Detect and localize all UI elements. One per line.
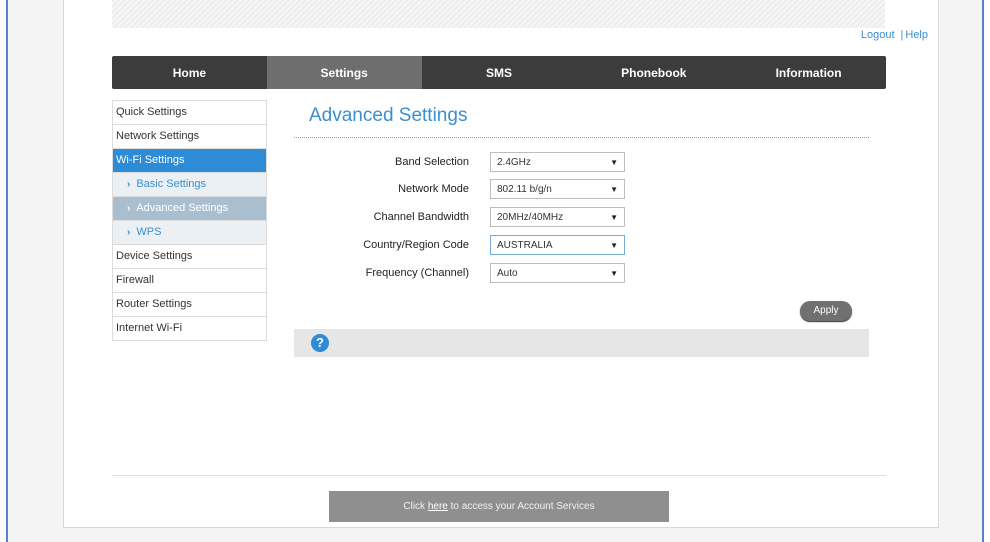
footer-divider: [112, 475, 886, 476]
channel-bandwidth-row: Channel Bandwidth 20MHz/40MHz ▼: [294, 207, 694, 229]
footer-prefix: Click: [403, 501, 428, 512]
sidebar-item-internet-wifi[interactable]: Internet Wi-Fi: [113, 317, 266, 341]
dropdown-arrow-icon: ▼: [610, 241, 618, 250]
band-selection-select[interactable]: 2.4GHz ▼: [490, 152, 625, 172]
chevron-right-icon: ›: [127, 203, 131, 214]
sidebar-subitem-advanced-settings[interactable]: › Advanced Settings: [113, 197, 266, 221]
network-mode-select[interactable]: 802.11 b/g/n ▼: [490, 179, 625, 199]
sidebar-item-wifi-settings[interactable]: Wi-Fi Settings: [113, 149, 266, 173]
network-mode-label: Network Mode: [398, 183, 469, 195]
help-bar: ?: [294, 329, 869, 357]
sidebar-subitem-label: Advanced Settings: [136, 202, 229, 214]
help-link[interactable]: Help: [905, 29, 928, 41]
footer-suffix: to access your Account Services: [447, 501, 595, 512]
dropdown-arrow-icon: ▼: [610, 158, 618, 167]
band-selection-value: 2.4GHz: [497, 157, 531, 168]
nav-settings[interactable]: Settings: [266, 56, 422, 89]
apply-button[interactable]: Apply: [800, 301, 852, 321]
channel-bandwidth-value: 20MHz/40MHz: [497, 212, 564, 223]
sidebar-subitem-wps[interactable]: › WPS: [113, 221, 266, 245]
account-services-link[interactable]: here: [428, 501, 448, 512]
main-nav: Home Settings SMS Phonebook Information: [112, 56, 886, 89]
network-mode-row: Network Mode 802.11 b/g/n ▼: [294, 179, 694, 201]
nav-home[interactable]: Home: [112, 56, 267, 89]
page-title: Advanced Settings: [309, 105, 468, 126]
dropdown-arrow-icon: ▼: [610, 269, 618, 278]
country-region-label: Country/Region Code: [363, 239, 469, 251]
title-divider: [294, 137, 869, 138]
top-banner-strip: [112, 0, 885, 28]
help-circle-icon[interactable]: ?: [311, 334, 329, 352]
channel-bandwidth-select[interactable]: 20MHz/40MHz ▼: [490, 207, 625, 227]
page-container: Logout | Help Home Settings SMS Phonebook …: [63, 0, 939, 528]
sidebar-subitem-label: WPS: [136, 226, 162, 238]
frequency-channel-row: Frequency (Channel) Auto ▼: [294, 263, 694, 285]
chevron-right-icon: ›: [127, 227, 131, 238]
band-selection-label: Band Selection: [395, 156, 469, 168]
dropdown-arrow-icon: ▼: [610, 185, 618, 194]
chevron-right-icon: ›: [127, 179, 131, 190]
sidebar-item-router-settings[interactable]: Router Settings: [113, 293, 266, 317]
band-selection-row: Band Selection 2.4GHz ▼: [294, 152, 694, 174]
nav-information[interactable]: Information: [731, 56, 886, 89]
sidebar-item-firewall[interactable]: Firewall: [113, 269, 266, 293]
sidebar-subitem-basic-settings[interactable]: › Basic Settings: [113, 173, 266, 197]
sidebar-subitem-label: Basic Settings: [136, 178, 207, 190]
sidebar-item-quick-settings[interactable]: Quick Settings: [113, 101, 266, 125]
sidebar-item-network-settings[interactable]: Network Settings: [113, 125, 266, 149]
header-separator: |: [900, 29, 904, 41]
country-region-row: Country/Region Code AUSTRALIA ▼: [294, 235, 694, 257]
settings-sidebar: Quick Settings Network Settings Wi-Fi Se…: [112, 100, 267, 341]
logout-link[interactable]: Logout: [861, 29, 895, 41]
account-services-banner: Click here to access your Account Servic…: [329, 491, 669, 522]
channel-bandwidth-label: Channel Bandwidth: [373, 211, 469, 223]
country-region-value: AUSTRALIA: [497, 240, 553, 251]
network-mode-value: 802.11 b/g/n: [497, 184, 552, 195]
nav-phonebook[interactable]: Phonebook: [576, 56, 731, 89]
header-links: Logout | Help: [861, 29, 928, 41]
sidebar-item-device-settings[interactable]: Device Settings: [113, 245, 266, 269]
dropdown-arrow-icon: ▼: [610, 213, 618, 222]
frequency-channel-select[interactable]: Auto ▼: [490, 263, 625, 283]
browser-frame: Logout | Help Home Settings SMS Phonebook …: [6, 0, 984, 542]
frequency-channel-value: Auto: [497, 268, 518, 279]
nav-sms[interactable]: SMS: [422, 56, 577, 89]
country-region-select[interactable]: AUSTRALIA ▼: [490, 235, 625, 255]
frequency-channel-label: Frequency (Channel): [365, 267, 469, 279]
